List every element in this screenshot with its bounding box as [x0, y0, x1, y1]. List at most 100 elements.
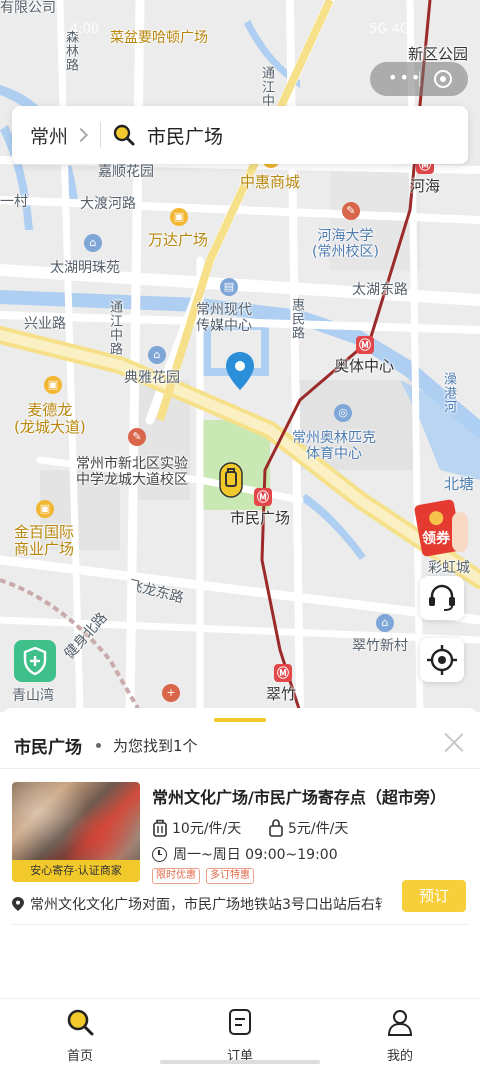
status-time: 4:00: [70, 22, 100, 37]
map-label: 通江中路: [106, 300, 122, 356]
store-photo: 安心寄存·认证商家: [12, 782, 140, 882]
tab-mine-label: 我的: [386, 1049, 413, 1064]
map-label: 太湖东路: [352, 282, 408, 298]
results-header: 市民广场 为您找到1个: [14, 734, 198, 758]
map-label: 彩虹城: [428, 560, 470, 576]
store-title: 常州文化广场/市民广场寄存点（超市旁）: [152, 788, 446, 807]
tab-home-label: 首页: [66, 1049, 93, 1064]
storage-marker-icon[interactable]: [219, 462, 243, 498]
map-label: 澡港河: [440, 372, 456, 414]
bag-price-text: 5元/件/天: [288, 821, 349, 837]
status-signal: 5G 4G: [369, 22, 410, 37]
luggage-price: 10元/件/天: [152, 818, 241, 838]
map-label: 万达广场: [148, 231, 209, 249]
results-place: 市民广场: [14, 737, 82, 758]
map-label: 金百国际 商业广场: [14, 523, 75, 559]
headset-icon: [429, 584, 455, 611]
hospital-icon: +: [162, 684, 180, 702]
results-count: 为您找到1个: [113, 736, 198, 755]
coupon-label: 领券: [422, 531, 450, 547]
map-label: 麦德龙 (龙城大道): [14, 401, 86, 437]
separator-dot: [96, 742, 101, 748]
map-label: 河海: [410, 177, 441, 195]
map-label: 兴业路: [24, 316, 66, 332]
bag-icon: [269, 819, 283, 837]
user-icon: [387, 1010, 413, 1036]
map-label: 新区公园: [408, 45, 469, 63]
residence-icon: ⌂: [148, 346, 166, 364]
divider: [12, 924, 468, 925]
map-label: 常州奥林匹克 体育中心: [292, 430, 376, 463]
orders-icon: [229, 1009, 251, 1035]
clock-icon: [152, 846, 167, 862]
tab-orders[interactable]: 订单: [200, 1007, 280, 1064]
map-label: 一村: [0, 194, 28, 210]
hours-text: 周一~周日 09:00~19:00: [173, 847, 338, 863]
book-button[interactable]: 预订: [402, 880, 466, 912]
customer-service-button[interactable]: [420, 576, 464, 620]
capsule-divider: [419, 71, 420, 87]
coupon-red-packet[interactable]: 领券: [412, 496, 472, 560]
building-icon: ▤: [220, 278, 238, 296]
metro-icon: Ⓜ: [274, 664, 292, 682]
mall-icon: ▣: [170, 208, 188, 226]
tab-bar: 首页 订单 我的: [0, 998, 480, 1066]
map-label: 青山湾: [12, 688, 54, 704]
tab-home[interactable]: 首页: [40, 1007, 120, 1064]
map-label: 北塘: [444, 475, 475, 493]
bag-price: 5元/件/天: [268, 818, 348, 838]
search-bar[interactable]: 常州 市民广场: [12, 106, 468, 164]
luggage-price-text: 10元/件/天: [172, 821, 242, 837]
map-label: 惠民路: [288, 298, 304, 340]
safety-button[interactable]: [14, 640, 56, 682]
metro-icon: Ⓜ: [356, 336, 374, 354]
home-indicator: [160, 1060, 320, 1064]
search-divider: [100, 122, 102, 148]
map-label: 中惠商城: [240, 173, 301, 191]
certified-tag: 安心寄存·认证商家: [12, 860, 140, 882]
search-icon: [67, 1009, 94, 1036]
close-icon[interactable]: [444, 732, 464, 752]
sheet-grabber[interactable]: [214, 718, 266, 722]
map-label: 太湖明珠苑: [50, 260, 120, 276]
city-selector[interactable]: 常州: [30, 122, 68, 149]
shield-icon: [23, 646, 47, 676]
residence-icon: ⌂: [84, 234, 102, 252]
map-label: 嘉顺花园: [98, 164, 154, 180]
close-miniprogram-icon[interactable]: [434, 70, 452, 88]
search-input[interactable]: 市民广场: [147, 122, 223, 149]
school-icon: ✎: [342, 202, 360, 220]
crosshair-icon: [427, 645, 457, 675]
metro-icon: Ⓜ: [254, 488, 272, 506]
promo-badges: 限时优惠 多订特惠: [152, 868, 254, 884]
promo-badge: 多订特惠: [206, 868, 254, 884]
residence-icon: ⌂: [376, 614, 394, 632]
map-label: 常州现代 传媒中心: [196, 302, 252, 335]
tab-mine[interactable]: 我的: [360, 1007, 440, 1064]
map-label: 翠竹新村: [352, 638, 408, 654]
store-address: 常州文化文化广场对面，市民广场地铁站3号口出站后右转即到: [12, 894, 382, 914]
map-label: 大渡河路: [80, 196, 136, 212]
map-label: 市民广场: [230, 509, 291, 527]
locate-button[interactable]: [420, 638, 464, 682]
map-label: 常州市新北区实验 中学龙城大道校区: [76, 456, 188, 489]
chevron-right-icon: [73, 127, 89, 143]
result-card[interactable]: 安心寄存·认证商家 常州文化广场/市民广场寄存点（超市旁） 10元/件/天 5元…: [12, 780, 468, 930]
divider: [0, 768, 480, 769]
search-icon: [113, 124, 135, 146]
suitcase-icon: [153, 819, 167, 837]
map-label: 通江中: [258, 66, 274, 108]
more-icon[interactable]: •••: [388, 70, 422, 86]
status-bar: 4:00 5G 4G: [0, 0, 480, 44]
mall-icon: ▣: [36, 500, 54, 518]
shop-icon: ▣: [44, 376, 62, 394]
opening-hours: 周一~周日 09:00~19:00: [152, 844, 338, 864]
map-label: 奥体中心: [334, 357, 395, 375]
map-label: 河海大学 (常州校区): [312, 228, 379, 261]
school-icon: ✎: [128, 428, 146, 446]
promo-badge: 限时优惠: [152, 868, 200, 884]
location-pin-icon[interactable]: [226, 352, 254, 390]
stadium-icon: ◎: [334, 404, 352, 422]
map-label: 翠竹: [266, 685, 297, 703]
location-icon: [12, 897, 24, 911]
